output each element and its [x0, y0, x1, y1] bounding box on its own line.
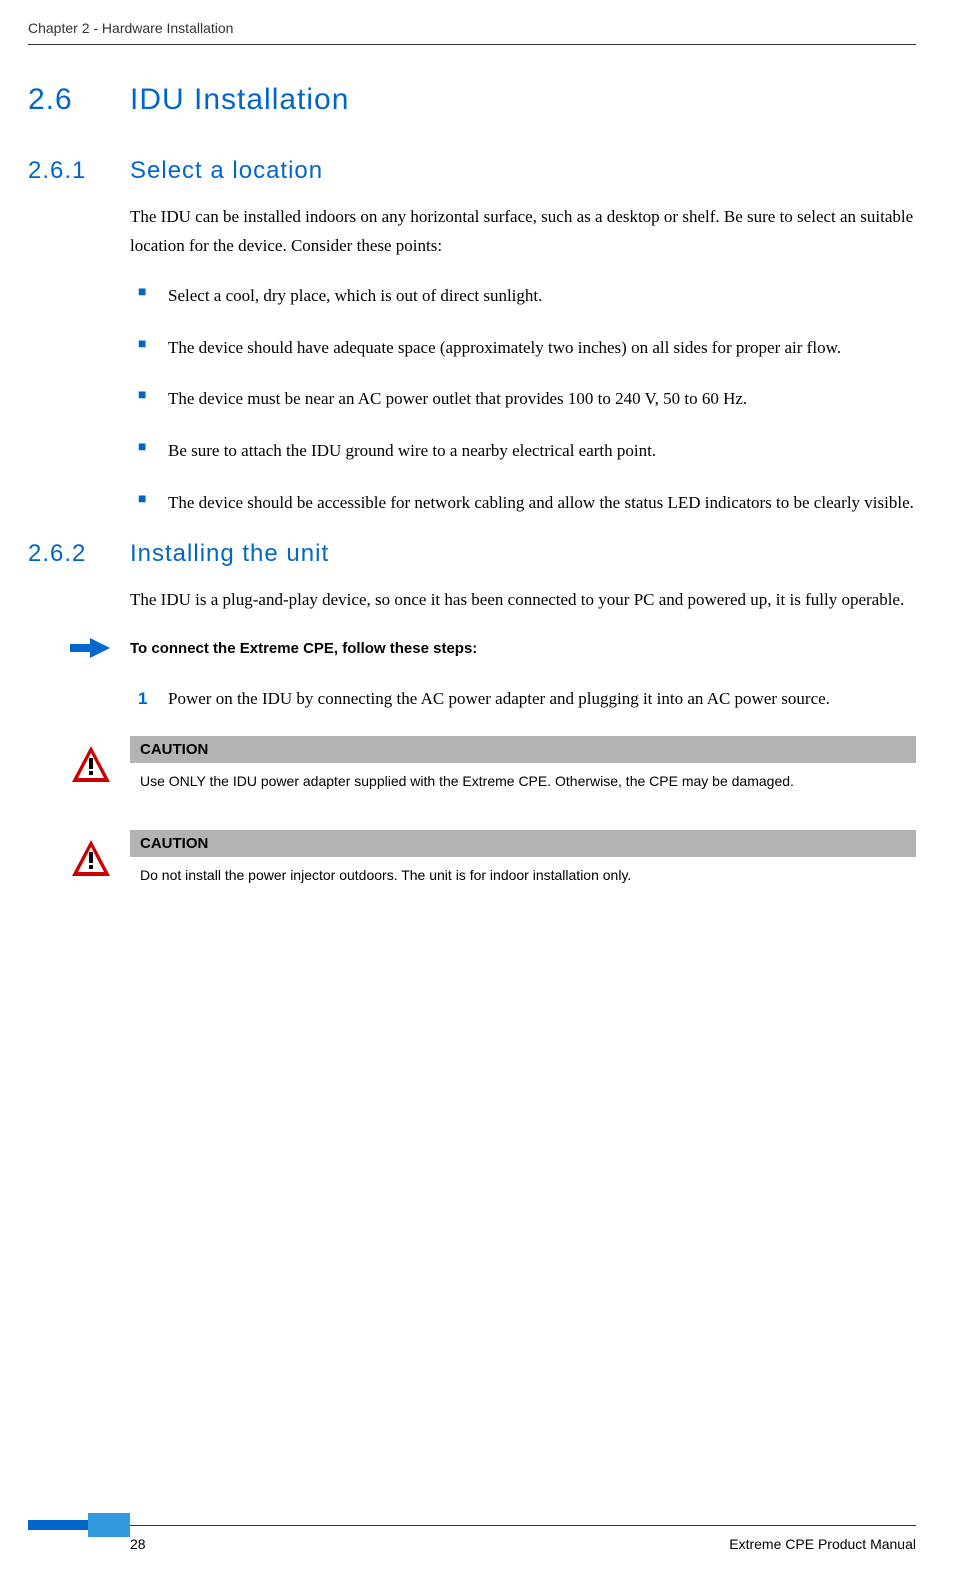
document-title: Extreme CPE Product Manual	[729, 1536, 916, 1552]
list-item: The device should be accessible for netw…	[130, 488, 916, 518]
step-number: 1	[138, 685, 147, 714]
section-number: 2.6	[28, 83, 130, 117]
step-item: 1 Power on the IDU by connecting the AC …	[130, 685, 916, 714]
list-item: Be sure to attach the IDU ground wire to…	[130, 436, 916, 466]
list-item: Select a cool, dry place, which is out o…	[130, 281, 916, 311]
subsection-heading-2-6-1: 2.6.1Select a location	[28, 157, 916, 185]
section-heading-2-6: 2.6IDU Installation	[28, 83, 916, 117]
page-header: Chapter 2 - Hardware Installation	[28, 20, 916, 45]
caution-text: Do not install the power injector outdoo…	[130, 857, 916, 894]
page-footer: 28 Extreme CPE Product Manual	[28, 1525, 916, 1552]
list-item: The device must be near an AC power outl…	[130, 384, 916, 414]
warning-icon	[70, 838, 112, 880]
footer-decoration	[28, 1513, 130, 1537]
bullet-list: Select a cool, dry place, which is out o…	[130, 281, 916, 518]
page-number: 28	[130, 1536, 146, 1552]
steps-heading: To connect the Extreme CPE, follow these…	[130, 640, 916, 657]
subsection-number: 2.6.1	[28, 157, 130, 185]
warning-icon	[70, 744, 112, 786]
subsection-title: Select a location	[130, 157, 323, 184]
intro-paragraph: The IDU can be installed indoors on any …	[130, 203, 916, 261]
subsection-heading-2-6-2: 2.6.2Installing the unit	[28, 540, 916, 568]
step-text: Power on the IDU by connecting the AC po…	[168, 689, 830, 708]
caution-block: CAUTION Use ONLY the IDU power adapter s…	[130, 736, 916, 800]
subsection-number: 2.6.2	[28, 540, 130, 568]
steps-heading-text: To connect the Extreme CPE, follow these…	[130, 640, 477, 657]
caution-text: Use ONLY the IDU power adapter supplied …	[130, 763, 916, 800]
section-title: IDU Installation	[130, 83, 349, 116]
caution-label: CAUTION	[130, 736, 916, 763]
caution-block: CAUTION Do not install the power injecto…	[130, 830, 916, 894]
caution-label: CAUTION	[130, 830, 916, 857]
intro-paragraph: The IDU is a plug-and-play device, so on…	[130, 586, 916, 615]
list-item: The device should have adequate space (a…	[130, 333, 916, 363]
arrow-right-icon	[70, 636, 110, 660]
subsection-title: Installing the unit	[130, 540, 329, 567]
